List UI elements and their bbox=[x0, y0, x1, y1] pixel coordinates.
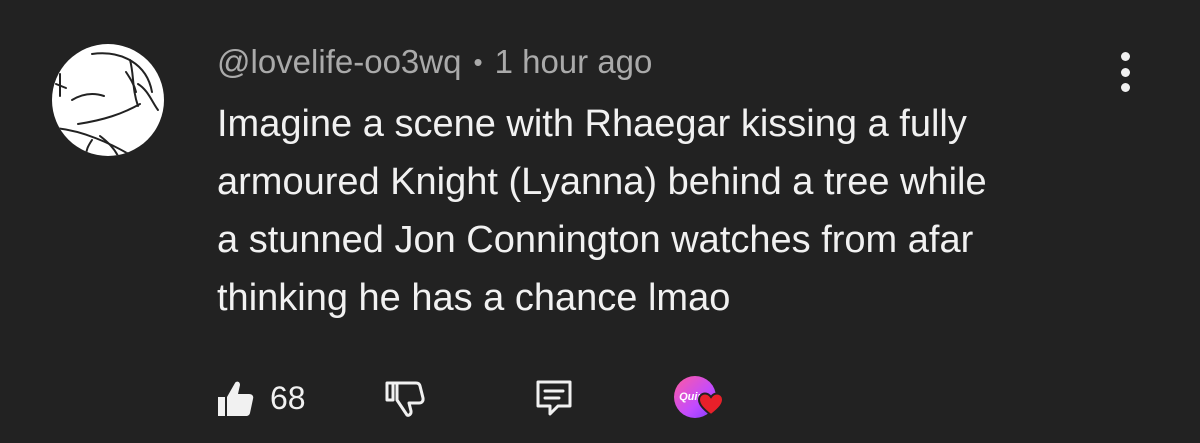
comment-header: @lovelife-oo3wq • 1 hour ago bbox=[217, 40, 652, 84]
creator-heart-button[interactable]: Quinn bbox=[674, 372, 736, 424]
more-options-button[interactable] bbox=[1112, 52, 1138, 92]
header-separator: • bbox=[473, 46, 483, 77]
like-button[interactable]: 68 bbox=[214, 372, 306, 424]
comment-actions: 68 Quinn bbox=[214, 372, 774, 424]
reply-button[interactable] bbox=[532, 372, 576, 424]
more-vertical-icon-dot bbox=[1120, 67, 1130, 77]
more-vertical-icon-dot bbox=[1120, 52, 1130, 61]
more-vertical-icon-dot bbox=[1120, 83, 1130, 92]
comment-line: armoured Knight (Lyanna) behind a tree w… bbox=[217, 161, 987, 203]
comment-line: thinking he has a chance lmao bbox=[217, 277, 731, 319]
avatar-sketch-image bbox=[53, 52, 159, 156]
reply-comment-icon bbox=[536, 380, 572, 416]
author-handle[interactable]: @lovelife-oo3wq bbox=[217, 43, 461, 81]
avatar[interactable] bbox=[52, 44, 164, 156]
dislike-button[interactable] bbox=[384, 372, 426, 424]
comment-line: a stunned Jon Connington watches from af… bbox=[217, 219, 974, 261]
comment-timestamp[interactable]: 1 hour ago bbox=[495, 43, 653, 81]
like-count: 68 bbox=[270, 379, 306, 416]
thumbs-up-icon bbox=[218, 381, 254, 416]
comment-text: Imagine a scene with Rhaegar kissing a f… bbox=[217, 95, 1117, 327]
comment-line: Imagine a scene with Rhaegar kissing a f… bbox=[217, 103, 967, 145]
thumbs-down-icon bbox=[385, 381, 425, 417]
heart-icon bbox=[698, 392, 724, 416]
